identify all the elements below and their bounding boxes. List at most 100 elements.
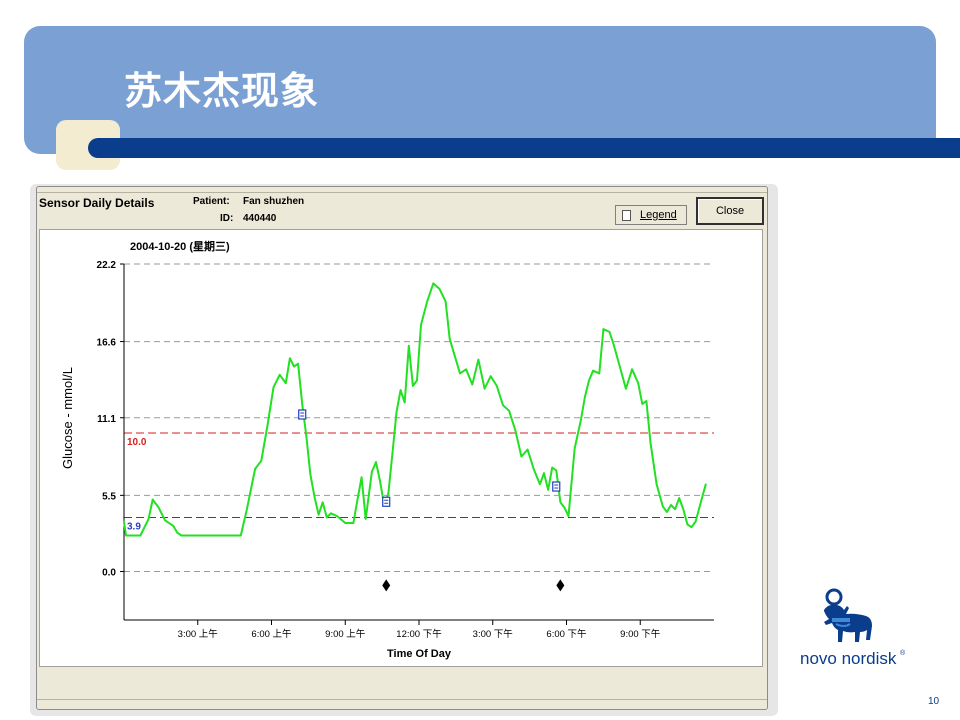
data-point — [254, 468, 256, 470]
data-point — [662, 505, 664, 508]
data-point — [539, 483, 541, 485]
y-tick-label: 22.2 — [97, 260, 117, 271]
data-point — [301, 403, 304, 405]
data-point — [321, 501, 324, 504]
data-point — [125, 534, 127, 537]
window-toolbar-strip — [37, 187, 767, 193]
data-point — [567, 515, 570, 517]
data-point — [588, 379, 590, 382]
data-point — [584, 396, 586, 398]
data-point — [555, 469, 558, 472]
glucose-series-line — [123, 282, 707, 537]
data-point — [387, 493, 390, 495]
y-tick-label: 0.0 — [102, 568, 116, 579]
data-point — [598, 372, 601, 375]
data-point — [496, 385, 498, 387]
note-icon-body — [552, 481, 561, 492]
data-point — [147, 518, 150, 520]
data-point — [344, 522, 347, 524]
data-point — [674, 508, 676, 511]
data-point — [471, 383, 474, 386]
data-point — [670, 504, 672, 506]
data-point — [563, 507, 566, 509]
data-point — [240, 534, 242, 537]
chart-title: 2004-10-20 (星期三) — [130, 239, 230, 253]
data-point — [360, 476, 363, 479]
data-point — [266, 425, 269, 427]
accent-bar — [88, 138, 960, 158]
data-point — [448, 338, 451, 340]
data-point — [297, 362, 299, 365]
data-point — [453, 351, 455, 354]
sensor-daily-details-window: Sensor Daily Details Patient: Fan shuzhe… — [36, 186, 768, 710]
data-point — [330, 512, 332, 515]
note-icon — [298, 409, 307, 420]
data-point — [305, 435, 308, 437]
patient-label: Patient: — [193, 196, 230, 207]
data-point — [526, 448, 529, 451]
data-point — [666, 511, 668, 513]
data-point — [698, 505, 701, 508]
x-tick-label: 12:00 下午 — [396, 628, 441, 640]
legend-button[interactable]: Legend — [615, 205, 687, 225]
data-point — [631, 368, 633, 371]
diamond-icon — [382, 579, 391, 592]
data-point — [426, 300, 429, 303]
data-point — [625, 387, 627, 390]
data-point — [432, 282, 435, 285]
data-point — [592, 369, 594, 372]
legend-icon — [622, 210, 631, 221]
data-point — [317, 513, 320, 516]
data-point — [682, 508, 685, 511]
data-point — [608, 331, 611, 333]
x-axis-title: Time Of Day — [387, 648, 452, 660]
data-point — [705, 483, 707, 485]
data-point — [459, 372, 461, 375]
x-tick-label: 6:00 下午 — [546, 628, 586, 640]
data-point — [559, 501, 562, 504]
novo-nordisk-logo: novo nordisk ® — [800, 588, 906, 668]
data-point — [573, 447, 576, 449]
data-point — [502, 404, 504, 407]
data-point — [508, 410, 510, 412]
data-point — [637, 382, 639, 384]
legend-button-label: Legend — [640, 209, 677, 221]
data-point — [176, 531, 179, 534]
data-point — [690, 526, 693, 528]
data-point — [158, 507, 160, 509]
y-axis-title: Glucose - mmol/L — [60, 367, 75, 469]
data-point — [289, 357, 291, 359]
data-point — [403, 401, 406, 404]
note-icon-body — [382, 496, 391, 507]
close-button[interactable]: Close — [696, 197, 764, 225]
data-point — [172, 525, 174, 527]
data-point — [180, 534, 183, 537]
data-point — [543, 472, 545, 474]
data-point — [612, 343, 615, 346]
data-point — [532, 468, 535, 470]
data-point — [602, 328, 605, 330]
data-point — [399, 389, 402, 391]
data-point — [379, 480, 381, 483]
data-point — [375, 461, 377, 463]
data-point — [123, 520, 125, 523]
data-point — [356, 498, 359, 501]
y-tick-label: 11.1 — [97, 414, 116, 425]
data-point — [465, 368, 467, 371]
glucose-chart: 10.0 3.9 22.2 16.6 11.1 5.5 0.0 3:00 上午 6:00 上午… — [60, 239, 714, 660]
diamond-icon — [556, 579, 565, 592]
data-point — [444, 300, 447, 303]
data-point — [164, 519, 166, 522]
data-point — [694, 520, 697, 523]
data-point — [352, 522, 355, 524]
data-point — [309, 473, 312, 476]
data-point — [246, 508, 248, 511]
data-point — [649, 441, 652, 444]
x-tick-label: 3:00 上午 — [178, 628, 218, 640]
id-value: 440440 — [243, 213, 277, 224]
data-point — [477, 358, 480, 361]
plot-area: 10.0 3.9 22.2 16.6 11.1 5.5 0.0 3:00 上午 6:00 上午… — [39, 229, 763, 667]
data-point — [655, 483, 658, 485]
note-icon-body — [298, 409, 307, 420]
y-tick-label: 16.6 — [97, 338, 117, 349]
